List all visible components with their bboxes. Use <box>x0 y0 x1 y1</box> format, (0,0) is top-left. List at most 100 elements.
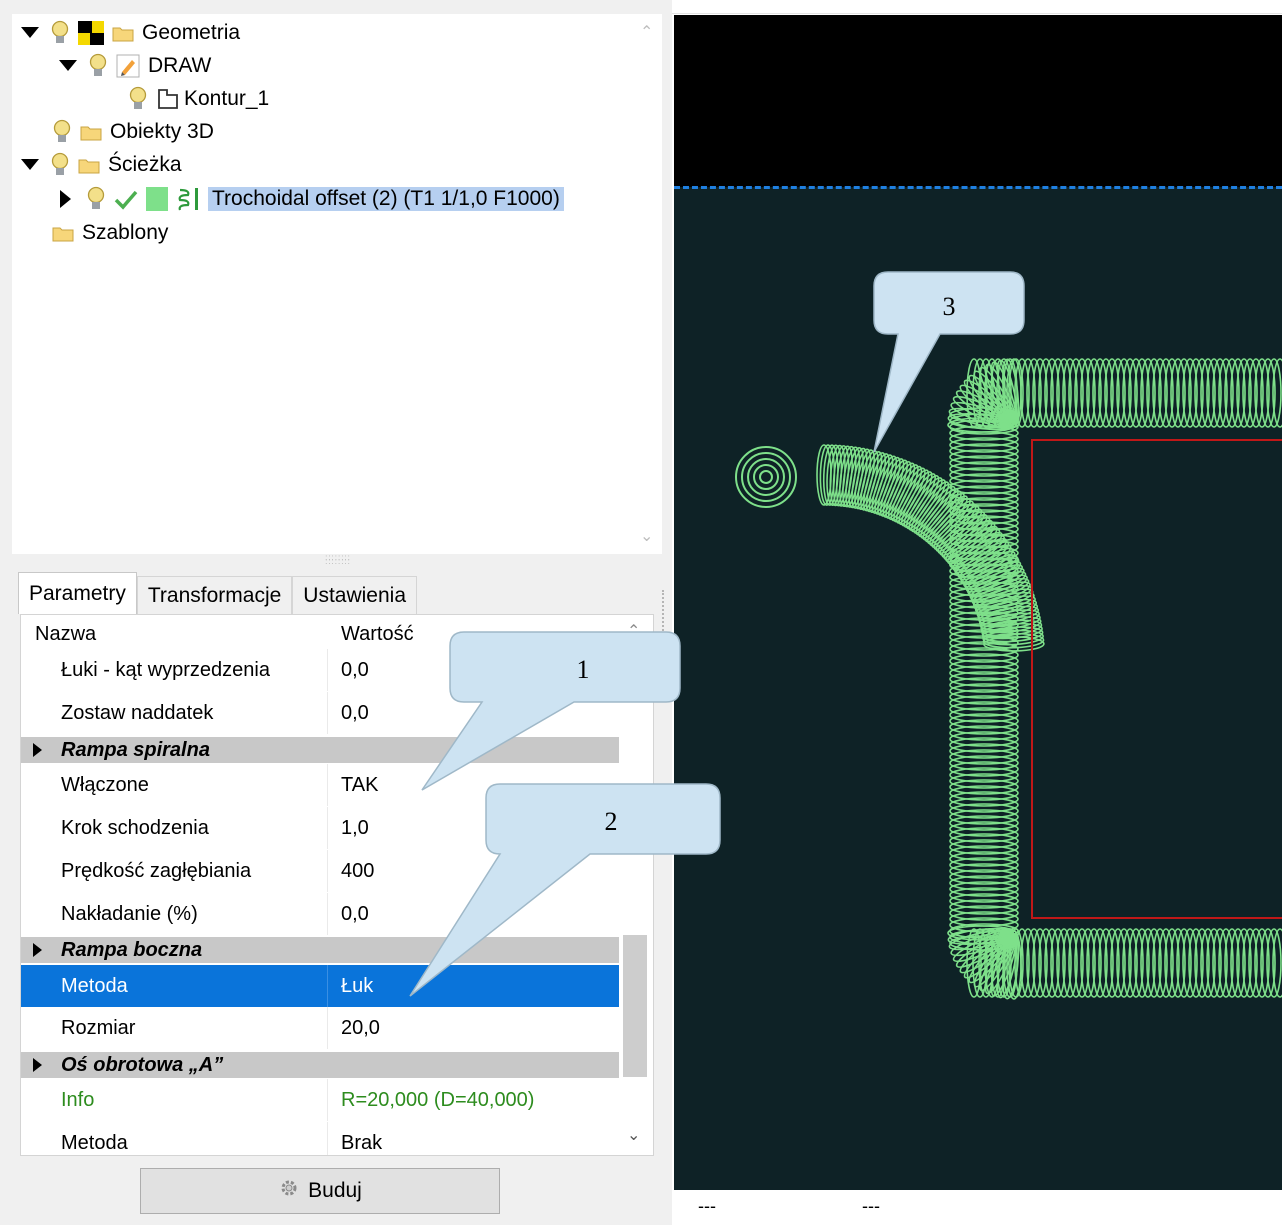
property-value: R=20,000 (D=40,000) <box>341 1088 535 1111</box>
tree-item-trochoidal[interactable]: Trochoidal offset (2) (T1 1/1,0 F1000) <box>56 184 564 214</box>
expand-arrow-icon[interactable] <box>58 56 78 76</box>
scroll-up-icon[interactable]: ⌃ <box>627 621 640 641</box>
expand-arrow-icon[interactable] <box>33 1058 42 1072</box>
project-tree[interactable]: Geometria DRAW Kontur_1 Obiekty 3D Ścież… <box>12 14 632 554</box>
property-value[interactable]: 0,0 <box>341 649 369 691</box>
property-value[interactable]: 20,0 <box>341 1007 380 1049</box>
tab-transformacje[interactable]: Transformacje <box>136 576 293 614</box>
tree-item-draw[interactable]: DRAW <box>58 51 211 81</box>
tree-item-label: Geometria <box>142 21 241 44</box>
property-name: Metoda <box>61 974 128 997</box>
property-value[interactable]: Łuk <box>341 965 373 1007</box>
column-header-value: Wartość <box>341 622 414 645</box>
contour-rectangle <box>1031 439 1282 919</box>
expand-arrow-icon[interactable] <box>20 23 40 43</box>
property-name: Rozmiar <box>61 1016 136 1039</box>
splitter-handle[interactable]: :::::::::::::::: <box>310 554 366 566</box>
group-label: Oś obrotowa „A” <box>61 1053 224 1076</box>
property-group-os-obrotowa[interactable]: Oś obrotowa „A” <box>21 1052 619 1078</box>
tab-parametry[interactable]: Parametry <box>18 572 137 614</box>
visibility-bulb-icon[interactable] <box>50 20 70 46</box>
scroll-down-icon[interactable]: ⌄ <box>640 526 653 546</box>
tree-item-label: Kontur_1 <box>184 87 270 110</box>
property-name: Łuki - kąt wyprzedzenia <box>61 658 270 681</box>
pencil-icon <box>116 54 140 78</box>
tree-item-label: Trochoidal offset (2) (T1 1/1,0 F1000) <box>208 187 564 211</box>
status-left: --- <box>698 1196 716 1216</box>
property-row-selected[interactable]: Metoda Łuk <box>21 965 619 1007</box>
property-group-rampa-boczna[interactable]: Rampa boczna <box>21 937 619 963</box>
scroll-up-icon[interactable]: ⌃ <box>640 22 653 42</box>
property-value[interactable]: Brak <box>341 1122 382 1155</box>
tree-item-szablony[interactable]: Szablony <box>52 218 168 248</box>
left-panel: Geometria DRAW Kontur_1 Obiekty 3D Ścież… <box>0 0 672 1225</box>
expand-arrow-icon[interactable] <box>33 743 42 757</box>
tree-item-label: DRAW <box>148 54 212 77</box>
property-row[interactable]: Włączone TAK <box>21 764 619 806</box>
trochoidal-toolpath <box>735 358 1282 1000</box>
build-button-label: Buduj <box>308 1179 362 1202</box>
group-label: Rampa spiralna <box>61 738 210 761</box>
tab-ustawienia[interactable]: Ustawienia <box>292 576 418 614</box>
checkmark-icon <box>114 188 138 210</box>
panel-resize-handle[interactable] <box>662 590 668 670</box>
folder-icon <box>112 24 134 42</box>
folder-icon <box>52 224 74 242</box>
folder-icon <box>78 156 100 174</box>
property-row[interactable]: Rozmiar 20,0 <box>21 1007 619 1049</box>
tree-scrollbar[interactable]: ⌃ ⌄ <box>632 14 662 554</box>
scroll-down-icon[interactable]: ⌄ <box>627 1125 640 1145</box>
visibility-bulb-icon[interactable] <box>52 119 72 145</box>
property-scrollbar[interactable]: ⌃ ⌄ <box>619 615 653 1155</box>
toolpath-drawing <box>735 358 1282 1000</box>
status-right: --- <box>862 1196 880 1216</box>
collapse-arrow-icon[interactable] <box>56 189 76 209</box>
build-button[interactable]: Buduj <box>140 1168 500 1214</box>
property-value[interactable]: 0,0 <box>341 692 369 734</box>
tree-item-label: Szablony <box>82 221 169 244</box>
cad-viewport[interactable] <box>674 15 1282 1190</box>
group-label: Rampa boczna <box>61 938 203 961</box>
visibility-bulb-icon[interactable] <box>88 53 108 79</box>
property-group-rampa-spiralna[interactable]: Rampa spiralna <box>21 737 619 763</box>
property-name: Nakładanie (%) <box>61 902 198 925</box>
tree-item-kontur[interactable]: Kontur_1 <box>128 84 269 114</box>
visibility-bulb-icon[interactable] <box>86 186 106 212</box>
property-name: Krok schodzenia <box>61 816 209 839</box>
expand-arrow-icon[interactable] <box>33 943 42 957</box>
layer-color-icon <box>78 21 104 45</box>
visibility-bulb-icon[interactable] <box>128 86 148 112</box>
property-row[interactable]: Zostaw naddatek 0,0 <box>21 692 619 734</box>
property-grid[interactable]: Nazwa Wartość Łuki - kąt wyprzedzenia 0,… <box>20 614 654 1156</box>
tree-item-sciezka[interactable]: Ścieżka <box>20 150 182 180</box>
status-bar: --- --- <box>674 1190 1282 1225</box>
property-row[interactable]: Metoda Brak <box>21 1122 619 1155</box>
column-header-name: Nazwa <box>35 622 97 645</box>
scrollbar-thumb[interactable] <box>623 935 647 1077</box>
property-name: Metoda <box>61 1131 128 1154</box>
property-row-info[interactable]: Info R=20,000 (D=40,000) <box>21 1079 619 1121</box>
folder-icon <box>80 123 102 141</box>
tree-item-label: Ścieżka <box>108 153 182 176</box>
property-value[interactable]: 0,0 <box>341 893 369 935</box>
property-value[interactable]: TAK <box>341 764 378 806</box>
expand-arrow-icon[interactable] <box>20 155 40 175</box>
tree-item-obiekty[interactable]: Obiekty 3D <box>52 117 214 147</box>
gear-icon <box>278 1177 300 1205</box>
property-row[interactable]: Krok schodzenia 1,0 <box>21 807 619 849</box>
property-row[interactable]: Łuki - kąt wyprzedzenia 0,0 <box>21 649 619 691</box>
property-value[interactable]: 400 <box>341 850 374 892</box>
property-name: Włączone <box>61 773 149 796</box>
property-header: Nazwa Wartość <box>21 619 619 649</box>
property-row[interactable]: Prędkość zagłębiania 400 <box>21 850 619 892</box>
trochoidal-icon <box>176 186 202 212</box>
property-row[interactable]: Nakładanie (%) 0,0 <box>21 893 619 935</box>
tree-item-label: Obiekty 3D <box>110 120 214 143</box>
visibility-bulb-icon[interactable] <box>50 152 70 178</box>
contour-icon <box>156 87 180 111</box>
tree-item-geometria[interactable]: Geometria <box>20 18 240 48</box>
property-tabs: Parametry Transformacje Ustawienia <box>18 572 418 614</box>
property-name: Prędkość zagłębiania <box>61 859 252 882</box>
property-value[interactable]: 1,0 <box>341 807 369 849</box>
property-name: Zostaw naddatek <box>61 701 214 724</box>
